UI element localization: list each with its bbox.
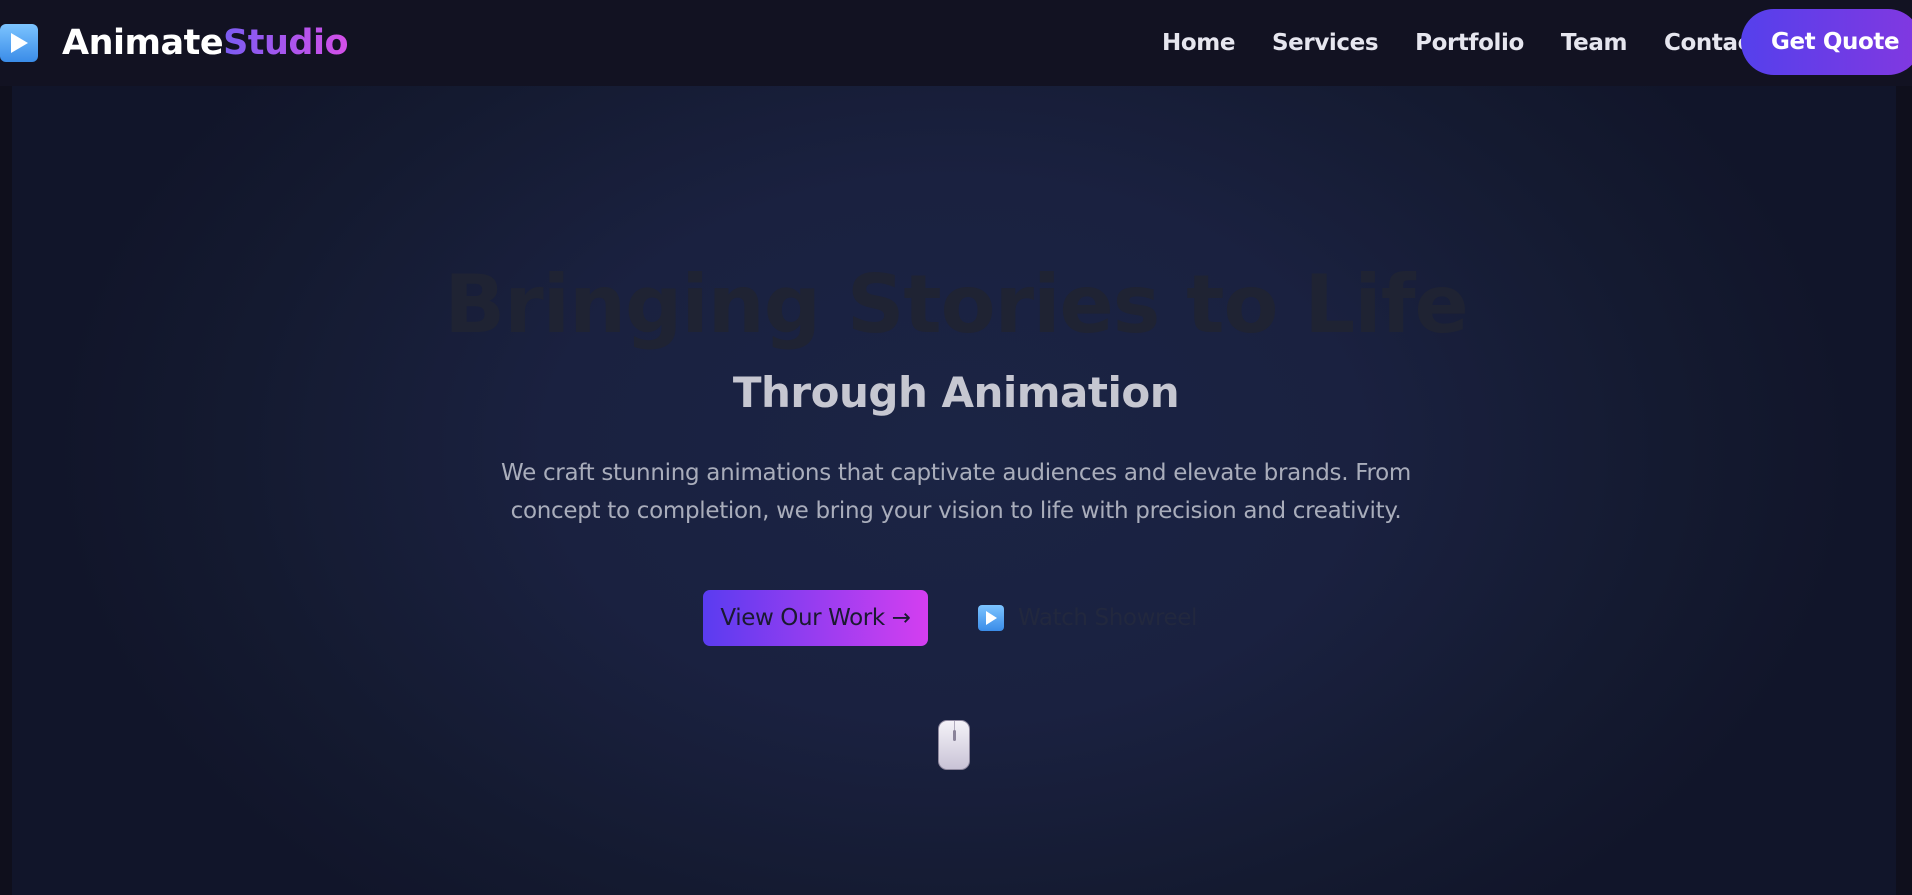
get-quote-button[interactable]: Get Quote — [1741, 9, 1912, 75]
play-button-icon — [978, 605, 1004, 631]
mouse-wheel — [953, 730, 956, 741]
watch-showreel-label: Watch Showreel — [1018, 605, 1198, 631]
hero-subtitle: Through Animation — [732, 368, 1180, 417]
brand-name-part2: Studio — [223, 23, 349, 63]
play-button-icon — [0, 24, 38, 62]
brand-logo[interactable]: AnimateStudio — [0, 22, 349, 64]
scroll-mouse-icon[interactable] — [938, 720, 970, 770]
navbar: AnimateStudio Home Services Portfolio Te… — [0, 0, 1912, 86]
nav-link-portfolio[interactable]: Portfolio — [1415, 30, 1524, 56]
brand-name-part1: Animate — [62, 23, 224, 63]
nav-link-services[interactable]: Services — [1272, 30, 1379, 56]
brand-name: AnimateStudio — [62, 23, 349, 63]
nav-link-home[interactable]: Home — [1162, 30, 1235, 56]
hero-section: Bringing Stories to Life Through Animati… — [0, 86, 1912, 895]
nav-links: Home Services Portfolio Team Contact — [1162, 0, 1798, 86]
view-our-work-button[interactable]: View Our Work → — [703, 590, 928, 646]
hero-title: Bringing Stories to Life — [444, 258, 1469, 351]
nav-link-team[interactable]: Team — [1561, 30, 1628, 56]
watch-showreel-button[interactable]: Watch Showreel — [978, 590, 1208, 646]
hero-description: We craft stunning animations that captiv… — [501, 460, 1411, 524]
